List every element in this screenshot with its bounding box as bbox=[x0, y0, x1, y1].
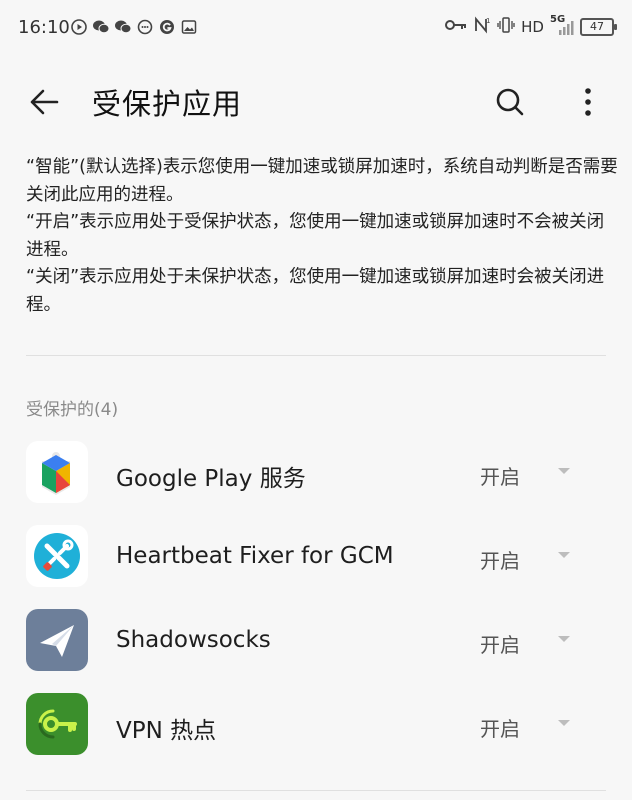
chevron-down-icon[interactable] bbox=[558, 468, 570, 474]
nfc-icon: 1 bbox=[473, 16, 491, 38]
heartbeat-fixer-icon bbox=[26, 525, 88, 587]
google-play-services-icon bbox=[26, 441, 88, 503]
status-bar: 16:10 1 HD 5G 47 bbox=[0, 0, 632, 56]
section-header: 受保护的(4) bbox=[26, 400, 119, 420]
page-title: 受保护应用 bbox=[92, 87, 243, 121]
more-vertical-icon bbox=[585, 88, 591, 116]
app-name: Heartbeat Fixer for GCM bbox=[116, 543, 394, 569]
desc-smart: “智能”(默认选择)表示您使用一键加速或锁屏加速时，系统自动判断是否需要关闭此应… bbox=[26, 157, 618, 205]
protection-status-select[interactable]: 开启 bbox=[480, 713, 520, 742]
desc-on: “开启”表示应用处于受保护状态，您使用一键加速或锁屏加速时不会被关闭进程。 bbox=[26, 212, 605, 260]
more-options-button[interactable] bbox=[566, 80, 610, 124]
network-type: HD bbox=[521, 18, 544, 36]
image-icon bbox=[180, 18, 198, 36]
protection-description: “智能”(默认选择)表示您使用一键加速或锁屏加速时，系统自动判断是否需要关闭此应… bbox=[26, 154, 618, 319]
divider bbox=[26, 355, 606, 356]
media-play-icon bbox=[70, 18, 88, 36]
g-icon bbox=[158, 18, 176, 36]
vpn-hotspot-icon bbox=[26, 693, 88, 755]
chevron-down-icon[interactable] bbox=[558, 552, 570, 558]
signal-icon: 5G bbox=[550, 14, 574, 36]
desc-off: “关闭”表示应用处于未保护状态，您使用一键加速或锁屏加速时会被关闭进程。 bbox=[26, 267, 605, 315]
wechat-icon bbox=[114, 18, 132, 36]
shadowsocks-icon bbox=[26, 609, 88, 671]
wechat-icon bbox=[92, 18, 110, 36]
key-icon bbox=[445, 18, 467, 36]
app-name: Google Play 服务 bbox=[116, 466, 306, 492]
chevron-down-icon[interactable] bbox=[558, 636, 570, 642]
chevron-down-icon[interactable] bbox=[558, 720, 570, 726]
status-time: 16:10 bbox=[18, 17, 70, 38]
app-row[interactable]: Google Play 服务 开启 bbox=[0, 432, 632, 512]
app-row[interactable]: Shadowsocks 开启 bbox=[0, 600, 632, 680]
status-indicators: 1 HD 5G 47 bbox=[445, 14, 617, 38]
app-name: VPN 热点 bbox=[116, 718, 217, 744]
notification-icons bbox=[70, 18, 198, 36]
arrow-left-icon bbox=[30, 89, 59, 115]
svg-text:1: 1 bbox=[486, 17, 490, 25]
app-name: Shadowsocks bbox=[116, 627, 271, 653]
divider bbox=[26, 790, 606, 791]
protection-status-select[interactable]: 开启 bbox=[480, 629, 520, 658]
battery-icon: 47 bbox=[580, 18, 617, 36]
vibrate-icon bbox=[497, 16, 515, 38]
protection-status-select[interactable]: 开启 bbox=[480, 545, 520, 574]
app-row[interactable]: Heartbeat Fixer for GCM 开启 bbox=[0, 516, 632, 596]
chat-bubble-icon bbox=[136, 18, 154, 36]
app-bar: 受保护应用 bbox=[0, 66, 632, 136]
search-button[interactable] bbox=[488, 80, 532, 124]
protection-status-select[interactable]: 开启 bbox=[480, 461, 520, 490]
app-row[interactable]: VPN 热点 开启 bbox=[0, 684, 632, 764]
search-icon bbox=[496, 88, 524, 116]
back-button[interactable] bbox=[22, 80, 66, 124]
